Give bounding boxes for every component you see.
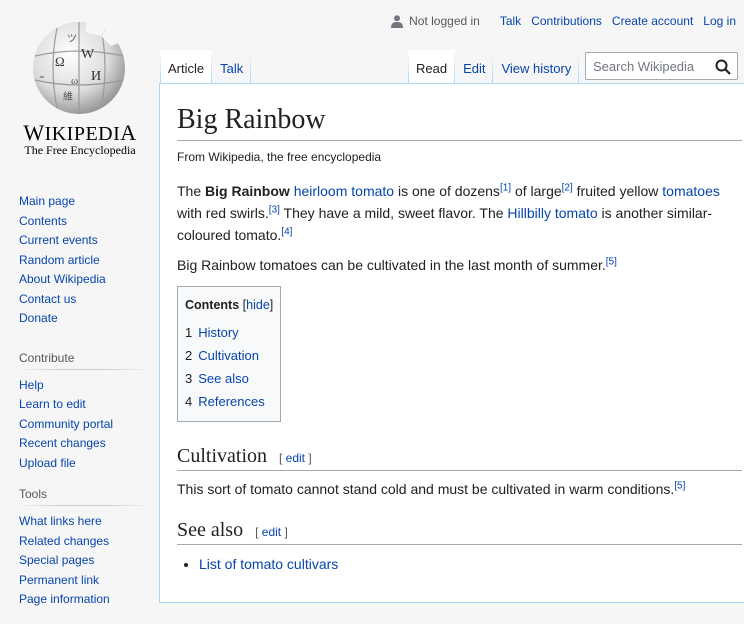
nav-donate[interactable]: Donate	[19, 311, 58, 325]
ref-4[interactable]: [4]	[281, 227, 292, 238]
personal-tools: Not logged in Talk Contributions Create …	[391, 14, 736, 28]
view-tabs: Read Edit View history	[408, 50, 580, 84]
talk-link[interactable]: Talk	[500, 14, 521, 28]
sidebar: Main page Contents Current events Random…	[0, 180, 160, 624]
ref-5[interactable]: [5]	[606, 257, 617, 268]
tools-page-information[interactable]: Page information	[19, 592, 110, 606]
tools-related-changes[interactable]: Related changes	[19, 534, 109, 548]
tools-heading: Tools	[19, 487, 149, 506]
list-item: List of tomato cultivars	[199, 553, 742, 575]
tools-what-links-here[interactable]: What links here	[19, 514, 102, 528]
search-input[interactable]: Search Wikipedia	[585, 52, 738, 80]
user-icon	[391, 14, 404, 28]
contributions-link[interactable]: Contributions	[531, 14, 602, 28]
contribute-learn-to-edit[interactable]: Learn to edit	[19, 397, 86, 411]
ref-3[interactable]: [3]	[269, 205, 280, 216]
hillbilly-tomato-link[interactable]: Hillbilly tomato	[507, 205, 597, 221]
tab-edit[interactable]: Edit	[455, 50, 494, 84]
toc-item-history[interactable]: 1 History	[185, 322, 273, 345]
tab-view-history[interactable]: View history	[493, 50, 580, 84]
globe-puzzle-icon: Ω W И ω 維 ิ ツ	[33, 20, 125, 114]
tab-talk[interactable]: Talk	[212, 50, 252, 84]
toc-item-cultivation[interactable]: 2 Cultivation	[185, 345, 273, 368]
tomatoes-link[interactable]: tomatoes	[662, 183, 720, 199]
svg-text:Ω: Ω	[55, 54, 65, 69]
svg-text:И: И	[91, 69, 101, 84]
cultivation-ref-5[interactable]: [5]	[674, 481, 685, 492]
contribute-community-portal[interactable]: Community portal	[19, 417, 113, 431]
not-logged-in-label: Not logged in	[409, 14, 480, 28]
svg-text:維: 維	[63, 90, 73, 103]
tagline: The Free Encyclopedia	[24, 143, 136, 157]
contribute-heading: Contribute	[19, 350, 149, 370]
nav-about-wikipedia[interactable]: About Wikipedia	[19, 272, 106, 286]
tools-special-pages[interactable]: Special pages	[19, 553, 94, 567]
nav-contact-us[interactable]: Contact us	[19, 292, 76, 306]
tab-article[interactable]: Article	[160, 50, 213, 84]
see-also-edit-link[interactable]: edit	[262, 525, 281, 539]
svg-text:ω: ω	[71, 75, 78, 87]
tools-portal: Tools What links here Related changes Sp…	[0, 487, 160, 610]
tomato-cultivars-link[interactable]: List of tomato cultivars	[199, 556, 338, 572]
toc-title: Contents [hide]	[185, 298, 274, 313]
see-also-heading: See also[ edit ]	[177, 517, 742, 546]
contribute-upload-file[interactable]: Upload file	[19, 456, 76, 470]
intro-paragraph: The Big Rainbow heirloom tomato is one o…	[177, 182, 720, 244]
see-also-list: List of tomato cultivars	[177, 553, 742, 575]
contribute-help[interactable]: Help	[19, 378, 44, 392]
ref-1[interactable]: [1]	[500, 183, 511, 194]
search-placeholder: Search Wikipedia	[593, 59, 695, 74]
table-of-contents: Contents [hide] 1 History 2 Cultivation 3S…	[177, 286, 282, 423]
nav-main-page[interactable]: Main page	[19, 194, 75, 208]
toc-hide-link[interactable]: hide	[246, 298, 270, 312]
wikipedia-logo[interactable]: Ω W И ω 維 ิ ツ WIKIPEDIA The Free Encyclo…	[0, 0, 160, 164]
cultivation-summary: Big Rainbow tomatoes can be cultivated i…	[177, 256, 617, 274]
bold-title: Big Rainbow	[205, 183, 290, 200]
svg-text:W: W	[81, 47, 95, 62]
contribute-recent-changes[interactable]: Recent changes	[19, 436, 106, 450]
create-account-link[interactable]: Create account	[612, 14, 693, 28]
cultivation-edit-link[interactable]: edit	[286, 451, 305, 465]
namespace-tabs: Article Talk	[160, 50, 252, 84]
toc-item-references[interactable]: 4 References	[185, 391, 273, 414]
nav-current-events[interactable]: Current events	[19, 233, 98, 247]
tools-permanent-link[interactable]: Permanent link	[19, 573, 99, 587]
nav-random-article[interactable]: Random article	[19, 253, 100, 267]
log-in-link[interactable]: Log in	[703, 14, 736, 28]
cultivation-text: This sort of tomato cannot stand cold an…	[177, 480, 686, 498]
svg-text:ツ: ツ	[67, 34, 77, 45]
page-title: Big Rainbow	[177, 84, 742, 142]
article-body: The Big Rainbow heirloom tomato is one o…	[177, 180, 742, 575]
nav-contents[interactable]: Contents	[19, 214, 67, 228]
cultivation-heading: Cultivation[ edit ]	[177, 443, 742, 472]
tab-read[interactable]: Read	[408, 50, 456, 84]
toc-item-see-also[interactable]: 3 See also	[185, 368, 273, 391]
contribute-portal: Contribute Help Learn to edit Community …	[0, 350, 160, 474]
site-subtitle: From Wikipedia, the free encyclopedia	[177, 150, 382, 165]
navigation-portal: Main page Contents Current events Random…	[0, 180, 160, 329]
search-icon[interactable]	[715, 59, 731, 75]
ref-2[interactable]: [2]	[562, 183, 573, 194]
heirloom-tomato-link[interactable]: heirloom tomato	[294, 183, 394, 199]
content-area: Big Rainbow From Wikipedia, the free enc…	[159, 83, 744, 603]
